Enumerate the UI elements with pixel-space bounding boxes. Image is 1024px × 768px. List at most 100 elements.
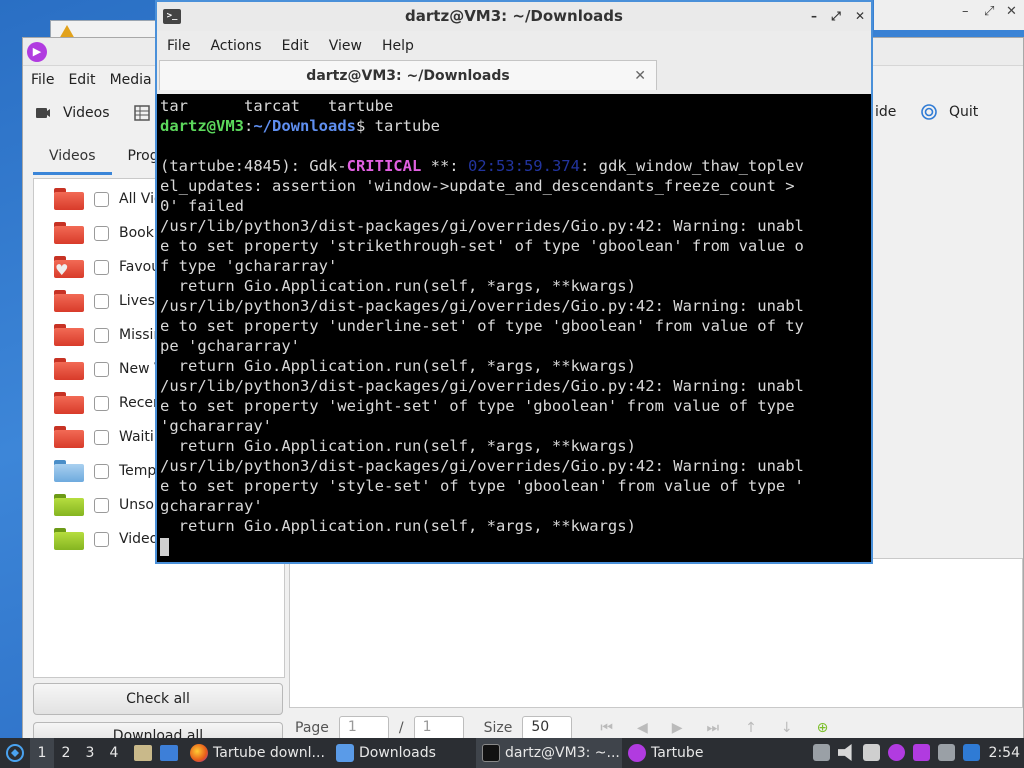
power-icon	[921, 104, 937, 120]
workspace-4[interactable]: 4	[102, 738, 126, 768]
last-page-icon[interactable]: ⏭	[707, 720, 720, 736]
start-menu-icon[interactable]	[0, 738, 30, 768]
media-icon[interactable]	[913, 744, 930, 761]
folder-label: Waitir	[119, 429, 160, 445]
folder-checkbox[interactable]	[94, 191, 109, 207]
folder-checkbox[interactable]	[94, 463, 109, 479]
menu-file[interactable]: File	[167, 38, 190, 54]
critical-prefix: (tartube:4845): Gdk-	[160, 157, 347, 175]
terminal-output[interactable]: tar tarcat tartube dartz@VM3:~/Downloads…	[157, 94, 871, 562]
folder-checkbox[interactable]	[94, 497, 109, 513]
scroll-down-icon[interactable]: ↓	[781, 720, 793, 736]
minimize-icon[interactable]: –	[811, 9, 817, 23]
show-desktop-icon[interactable]	[134, 745, 152, 761]
output-line: e to set property 'weight-set' of type '…	[160, 397, 795, 415]
workspace-1[interactable]: 1	[30, 738, 54, 768]
network-icon[interactable]	[863, 744, 880, 761]
output-line: /usr/lib/python3/dist-packages/gi/overri…	[160, 217, 804, 235]
output-line: return Gio.Application.run(self, *args, …	[160, 517, 636, 535]
list-item[interactable]: Livest	[54, 287, 160, 315]
folder-checkbox[interactable]	[94, 259, 109, 275]
hide-button-label[interactable]: ide	[875, 104, 896, 120]
folder-checkbox[interactable]	[94, 395, 109, 411]
menu-edit[interactable]: Edit	[282, 38, 309, 54]
menu-edit[interactable]: Edit	[68, 72, 95, 88]
list-item[interactable]: Bookr	[54, 219, 160, 247]
list-item[interactable]: Video	[54, 525, 158, 553]
list-item[interactable]: Waitir	[54, 423, 160, 451]
terminal-menubar: File Actions Edit View Help	[157, 31, 871, 60]
menu-help[interactable]: Help	[382, 38, 414, 54]
minimize-icon[interactable]: –	[962, 4, 969, 19]
workspace-2[interactable]: 2	[54, 738, 78, 768]
folder-checkbox[interactable]	[94, 531, 109, 547]
page-input[interactable]: 1	[338, 716, 389, 740]
maximize-icon[interactable]: ⤢	[831, 9, 841, 23]
size-input[interactable]: 50	[522, 716, 573, 740]
first-page-icon[interactable]: ⏮	[600, 720, 613, 736]
maximize-icon[interactable]: ⤢	[984, 4, 994, 19]
scroll-up-icon[interactable]: ↑	[745, 720, 757, 736]
task-label: Tartube	[651, 745, 704, 761]
terminal-tab[interactable]: dartz@VM3: ~/Downloads ✕	[159, 60, 657, 90]
prompt-colon: :	[244, 117, 254, 135]
folder-checkbox[interactable]	[94, 293, 109, 309]
background-window-controls: – ⤢ ✕	[874, 0, 1024, 30]
notification-icon[interactable]	[963, 744, 980, 761]
critical-line: (tartube:4845): Gdk-CRITICAL **: 02:53:5…	[160, 156, 871, 176]
folder-checkbox[interactable]	[94, 327, 109, 343]
terminal-titlebar[interactable]: >_ dartz@VM3: ~/Downloads – ⤢ ✕	[157, 2, 871, 31]
quit-button[interactable]: Quit	[921, 104, 978, 120]
list-item[interactable]: Unsor	[54, 491, 160, 519]
menu-view[interactable]: View	[329, 38, 362, 54]
upload-icon[interactable]	[813, 744, 830, 761]
task-downloads[interactable]: Downloads	[330, 738, 476, 768]
output-line: return Gio.Application.run(self, *args, …	[160, 277, 636, 295]
tab-videos[interactable]: Videos	[33, 139, 112, 175]
task-terminal[interactable]: dartz@VM3: ~...	[476, 738, 622, 768]
tartube-tray-icon[interactable]	[888, 744, 905, 761]
workspace-3[interactable]: 3	[78, 738, 102, 768]
folder-label: Unsor	[119, 497, 160, 513]
output-line: return Gio.Application.run(self, *args, …	[160, 357, 636, 375]
volume-icon[interactable]	[838, 744, 852, 761]
list-item[interactable]: New V	[54, 355, 164, 383]
task-tartube[interactable]: Tartube	[622, 738, 768, 768]
monitor-icon[interactable]	[938, 744, 955, 761]
system-tray	[805, 744, 980, 761]
folder-checkbox[interactable]	[94, 225, 109, 241]
list-item[interactable]: Missin	[54, 321, 162, 349]
menu-actions[interactable]: Actions	[210, 38, 261, 54]
prev-page-icon[interactable]: ◀	[637, 720, 648, 736]
folder-label: Bookr	[119, 225, 160, 241]
close-icon[interactable]: ✕	[1006, 4, 1017, 19]
page-total: 1	[413, 716, 464, 740]
check-all-button[interactable]: Check all	[33, 683, 283, 715]
list-item[interactable]: Recen	[54, 389, 162, 417]
add-icon[interactable]: ⊕	[817, 720, 829, 736]
tartube-icon	[628, 744, 646, 762]
folder-checkbox[interactable]	[94, 361, 109, 377]
folder-checkbox[interactable]	[94, 429, 109, 445]
output-line: /usr/lib/python3/dist-packages/gi/overri…	[160, 457, 804, 475]
file-manager-launcher-icon[interactable]	[160, 745, 178, 761]
terminal-title: dartz@VM3: ~/Downloads	[405, 7, 623, 25]
list-item[interactable]: All Vid	[54, 185, 163, 213]
text-cursor	[160, 537, 169, 556]
next-page-icon[interactable]: ▶	[672, 720, 683, 736]
page-label: Page	[295, 720, 329, 736]
list-item[interactable]: ♥ Favou	[54, 253, 160, 281]
folder-icon	[54, 188, 84, 210]
task-firefox[interactable]: Tartube downl...	[184, 738, 330, 768]
list-item[interactable]: Tempo	[54, 457, 165, 485]
videos-button[interactable]: Videos	[35, 105, 110, 121]
tartube-app-icon: ▶	[27, 42, 47, 62]
close-icon[interactable]: ✕	[855, 9, 865, 23]
videos-button-label: Videos	[63, 105, 110, 121]
clock[interactable]: 2:54	[989, 738, 1020, 768]
close-tab-icon[interactable]: ✕	[634, 61, 646, 91]
menu-file[interactable]: File	[31, 72, 54, 88]
output-line: return Gio.Application.run(self, *args, …	[160, 437, 636, 455]
menu-media[interactable]: Media	[110, 72, 152, 88]
